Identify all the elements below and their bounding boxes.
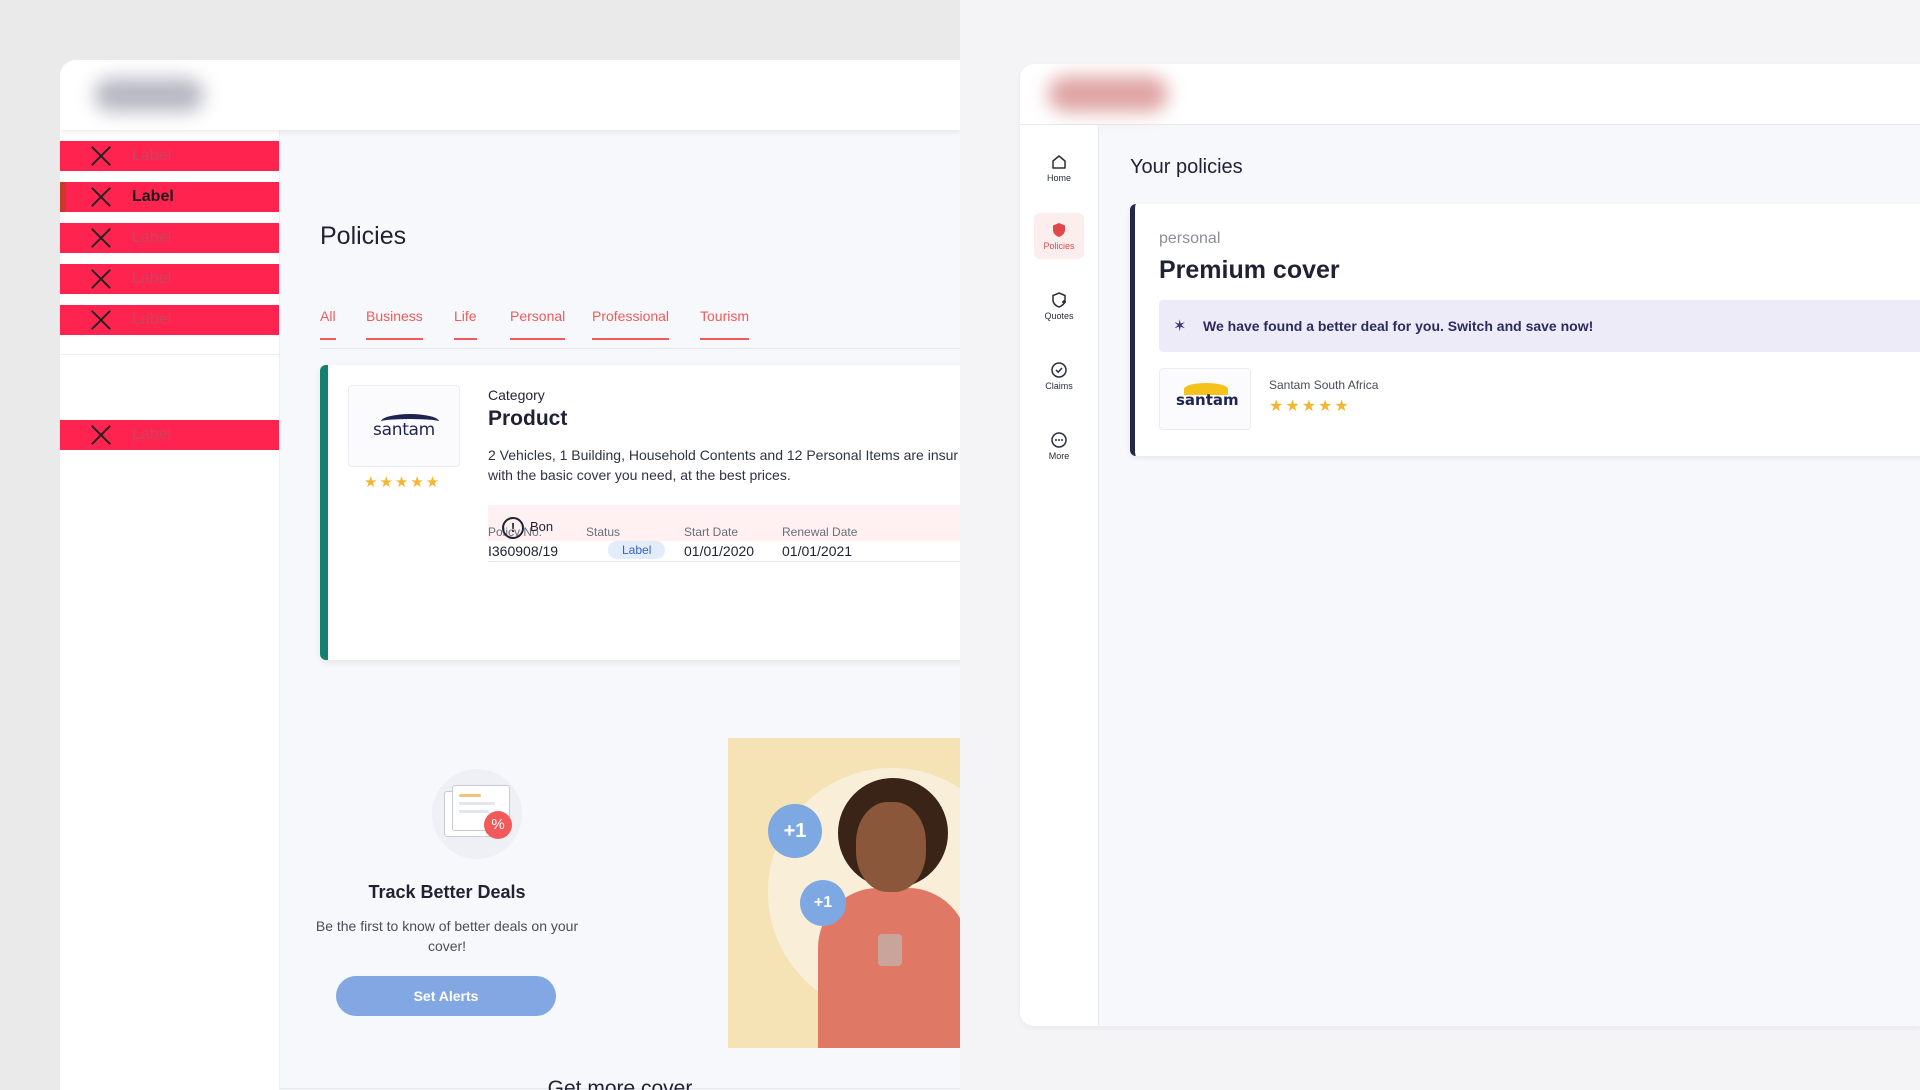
santam-wordmark: santam — [1176, 391, 1239, 409]
plus-one-badge: +1 — [800, 880, 846, 926]
close-icon — [90, 186, 112, 208]
shield-icon — [1053, 223, 1065, 237]
top-bar — [60, 60, 960, 130]
top-bar — [1020, 64, 1920, 125]
nav-more-label: More — [1048, 451, 1070, 461]
nav-quotes-label: Quotes — [1044, 311, 1074, 321]
alert-tooltip-text: Bon — [530, 519, 554, 534]
tab-business[interactable]: Business — [366, 308, 423, 340]
sidebar-item-3[interactable]: Label — [60, 223, 279, 253]
get-more-cover-heading: Get more cover — [547, 1077, 693, 1090]
tab-personal[interactable]: Personal — [510, 308, 566, 340]
column-header-start-date: Start Date — [684, 525, 739, 539]
deals-subtitle: Be the first to know of better deals on … — [315, 918, 579, 954]
blurred-logo — [1048, 76, 1168, 112]
sidebar-item-label: Label — [132, 270, 172, 287]
policy-card[interactable]: personal Premium cover ✶ We have found a… — [1130, 204, 1920, 456]
tab-professional[interactable]: Professional — [592, 308, 670, 340]
policy-category: Category — [488, 387, 545, 403]
home-icon — [1052, 155, 1066, 169]
alert-icon[interactable]: ! — [502, 517, 524, 539]
sidebar-item-5[interactable]: Label — [60, 305, 279, 335]
rating-stars: ★★★★★ — [364, 474, 442, 491]
policy-number: I360908/19 — [488, 543, 559, 559]
nav-claims-label: Claims — [1045, 381, 1073, 391]
blurred-logo — [94, 78, 204, 112]
policy-category: personal — [1159, 230, 1221, 247]
renewal-date: 01/01/2021 — [782, 543, 853, 559]
check-circle-icon — [1051, 362, 1067, 378]
column-header-renewal-date: Renewal Date — [782, 525, 858, 539]
sidebar-item-1[interactable]: Label — [60, 141, 279, 171]
page-title: Your policies — [1130, 156, 1243, 178]
policy-description: 2 Vehicles, 1 Building, Household Conten… — [488, 445, 960, 485]
policy-product: Product — [488, 407, 568, 430]
icon-sidebar: Home Policies Quotes Claims More — [1020, 125, 1099, 1026]
column-header-status: Status — [586, 525, 621, 539]
tab-all[interactable]: All — [320, 308, 336, 340]
sidebar-item-label: Label — [132, 311, 172, 328]
close-icon — [90, 268, 112, 290]
close-icon — [90, 145, 112, 167]
deals-title: Track Better Deals — [368, 882, 526, 902]
close-icon — [90, 309, 112, 331]
better-deal-text: We have found a better deal for you. Swi… — [1203, 318, 1594, 334]
policy-table: Policy No. Status Start Date Renewal Dat… — [488, 505, 960, 562]
sidebar-item-6[interactable]: Label — [60, 420, 279, 450]
nav-home-label: Home — [1046, 173, 1071, 183]
sidebar-item-2[interactable]: Label — [60, 182, 279, 212]
insurer-name: Santam South Africa — [1269, 378, 1379, 392]
shield-plus-icon — [1052, 292, 1066, 308]
sidebar-item-4[interactable]: Label — [60, 264, 279, 294]
phone-icon — [878, 934, 902, 966]
deals-document-icon: % — [432, 769, 522, 859]
sidebar-divider — [60, 354, 279, 355]
rating-stars: ★★★★★ — [1269, 398, 1351, 415]
promo-illustration: +1 +1 +1 — [728, 738, 960, 1048]
left-app-window: Label Label Label Label Label Label Poli… — [60, 60, 960, 1090]
santam-logo: santam — [1159, 368, 1251, 430]
plus-one-badge: +1 — [768, 804, 822, 858]
doc-line — [459, 802, 495, 805]
policy-description-line-2: with the basic cover you need, at the be… — [488, 467, 791, 483]
nav-more[interactable]: More — [1034, 423, 1084, 469]
policy-card[interactable]: santam ★★★★★ Category Product 2 Vehicles… — [320, 365, 960, 660]
sidebar-item-label: Label — [132, 188, 174, 205]
policy-description-line-1: 2 Vehicles, 1 Building, Household Conten… — [488, 447, 959, 463]
right-app-window: Home Policies Quotes Claims More Your po… — [1020, 64, 1920, 1026]
sidebar-item-label: Label — [132, 426, 172, 443]
nav-claims[interactable]: Claims — [1034, 353, 1084, 399]
tab-life[interactable]: Life — [454, 308, 477, 340]
nav-policies-label: Policies — [1043, 241, 1075, 251]
page-title: Policies — [320, 222, 407, 250]
doc-line — [459, 794, 481, 797]
nav-home[interactable]: Home — [1034, 145, 1084, 191]
better-deal-banner[interactable]: ✶ We have found a better deal for you. S… — [1159, 300, 1920, 352]
santam-logo: santam — [348, 385, 460, 467]
nav-quotes[interactable]: Quotes — [1034, 283, 1084, 329]
sidebar-item-label: Label — [132, 147, 172, 164]
main-content: Policies All Business Life Personal Prof… — [280, 130, 960, 1090]
sidebar-item-label: Label — [132, 229, 172, 246]
person-face — [856, 802, 926, 892]
start-date: 01/01/2020 — [684, 543, 755, 559]
doc-line — [459, 810, 489, 813]
percent-badge-icon: % — [484, 811, 512, 839]
sidebar: Label Label Label Label Label Label — [60, 130, 280, 1090]
policy-title: Premium cover — [1159, 256, 1340, 284]
category-tabs: All Business Life Personal Professional … — [320, 308, 960, 349]
tab-tourism[interactable]: Tourism — [700, 308, 750, 340]
santam-wordmark: santam — [373, 412, 439, 440]
close-icon — [90, 424, 112, 446]
set-alerts-button[interactable]: Set Alerts — [336, 976, 556, 1016]
status-badge: Label — [608, 541, 666, 559]
row-divider — [488, 561, 960, 562]
more-icon — [1051, 432, 1067, 448]
nav-policies[interactable]: Policies — [1034, 213, 1084, 259]
close-icon — [90, 227, 112, 249]
party-popper-icon: ✶ — [1173, 318, 1187, 335]
